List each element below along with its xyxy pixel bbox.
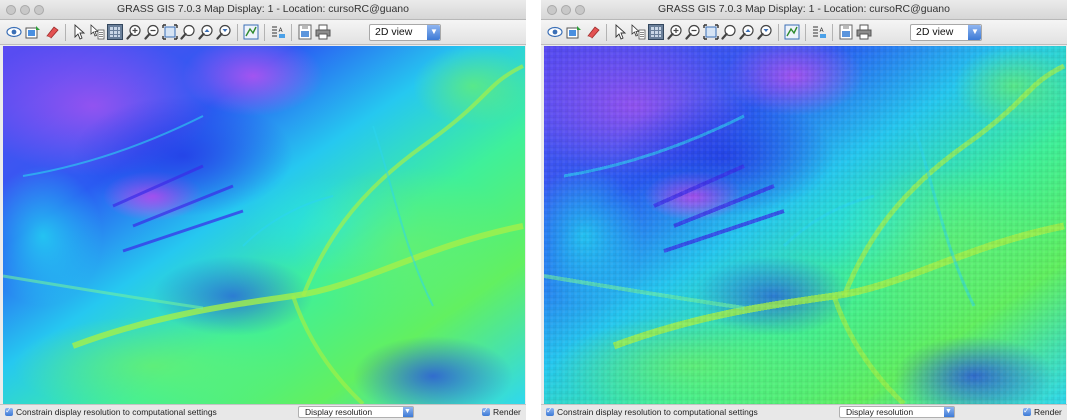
resolution-dropdown-button[interactable]: ▼ bbox=[403, 407, 413, 417]
save-image-icon[interactable] bbox=[838, 24, 854, 40]
toolbar-separator bbox=[832, 24, 833, 41]
view-mode-dropdown-button[interactable]: ▼ bbox=[968, 25, 981, 40]
view-mode-value: 2D view bbox=[375, 26, 413, 38]
status-bar: ✓ Constrain display resolution to comput… bbox=[0, 404, 526, 420]
svg-text:A: A bbox=[820, 27, 825, 34]
window-title: GRASS GIS 7.0.3 Map Display: 1 - Locatio… bbox=[658, 3, 950, 15]
zoom-extent-icon[interactable] bbox=[162, 24, 178, 40]
save-image-icon[interactable] bbox=[297, 24, 313, 40]
map-display-window: GRASS GIS 7.0.3 Map Display: 1 - Locatio… bbox=[0, 0, 526, 420]
chevron-down-icon: ▼ bbox=[404, 408, 411, 415]
erase-display-icon[interactable] bbox=[44, 24, 60, 40]
zoom-region-icon[interactable] bbox=[757, 24, 773, 40]
constrain-resolution-checkbox[interactable]: ✓ bbox=[546, 406, 554, 416]
view-mode-dropdown-button[interactable]: ▼ bbox=[427, 25, 440, 40]
render-label: Render bbox=[1034, 407, 1062, 417]
status-bar: ✓ Constrain display resolution to comput… bbox=[541, 404, 1067, 420]
resolution-select[interactable]: Display resolution ▼ bbox=[298, 406, 414, 418]
toolbar-separator bbox=[291, 24, 292, 41]
zoom-menu-icon[interactable] bbox=[739, 24, 755, 40]
analyze-icon[interactable] bbox=[784, 24, 800, 40]
print-icon[interactable] bbox=[315, 24, 331, 40]
zoom-back-icon[interactable] bbox=[180, 24, 196, 40]
zoom-out-icon[interactable] bbox=[144, 24, 160, 40]
decoration-icon[interactable]: A bbox=[811, 24, 827, 40]
map-canvas[interactable] bbox=[3, 46, 525, 404]
toolbar-separator bbox=[606, 24, 607, 41]
zoom-back-icon[interactable] bbox=[721, 24, 737, 40]
render-checkbox[interactable]: ✓ bbox=[482, 406, 490, 416]
constrain-resolution-checkbox[interactable]: ✓ bbox=[5, 406, 13, 416]
render-map-icon[interactable] bbox=[25, 24, 41, 40]
zoom-menu-icon[interactable] bbox=[198, 24, 214, 40]
query-icon[interactable] bbox=[89, 24, 105, 40]
map-canvas[interactable] bbox=[544, 46, 1066, 404]
resolution-select[interactable]: Display resolution ▼ bbox=[839, 406, 955, 418]
zoom-in-icon[interactable] bbox=[667, 24, 683, 40]
resolution-select-value: Display resolution bbox=[305, 407, 373, 417]
pointer-icon[interactable] bbox=[71, 24, 87, 40]
zoom-out-icon[interactable] bbox=[685, 24, 701, 40]
check-icon: ✓ bbox=[5, 406, 12, 415]
resolution-select-value: Display resolution bbox=[846, 407, 914, 417]
map-toolbar: A 2D view ▼ bbox=[541, 20, 1067, 45]
erase-display-icon[interactable] bbox=[585, 24, 601, 40]
display-map-icon[interactable] bbox=[547, 24, 563, 40]
toolbar-separator bbox=[264, 24, 265, 41]
chevron-down-icon: ▼ bbox=[945, 408, 952, 415]
elevation-raster-map bbox=[544, 46, 1066, 404]
constrain-resolution-label: Constrain display resolution to computat… bbox=[16, 407, 217, 417]
chevron-down-icon: ▼ bbox=[971, 27, 979, 36]
svg-text:A: A bbox=[279, 27, 284, 34]
toolbar-separator bbox=[778, 24, 779, 41]
zoom-region-icon[interactable] bbox=[216, 24, 232, 40]
elevation-raster-map bbox=[3, 46, 525, 404]
pointer-icon[interactable] bbox=[612, 24, 628, 40]
render-label: Render bbox=[493, 407, 521, 417]
toolbar-separator bbox=[237, 24, 238, 41]
constrain-resolution-label: Constrain display resolution to computat… bbox=[557, 407, 758, 417]
map-toolbar: A 2D view ▼ bbox=[0, 20, 526, 45]
toolbar-separator bbox=[65, 24, 66, 41]
chevron-down-icon: ▼ bbox=[430, 27, 438, 36]
title-bar[interactable]: GRASS GIS 7.0.3 Map Display: 1 - Locatio… bbox=[0, 0, 526, 20]
analyze-icon[interactable] bbox=[243, 24, 259, 40]
print-icon[interactable] bbox=[856, 24, 872, 40]
view-mode-select[interactable]: 2D view ▼ bbox=[910, 24, 982, 41]
check-icon: ✓ bbox=[546, 406, 553, 415]
view-mode-select[interactable]: 2D view ▼ bbox=[369, 24, 441, 41]
zoom-extent-icon[interactable] bbox=[703, 24, 719, 40]
check-icon: ✓ bbox=[482, 406, 489, 415]
title-bar[interactable]: GRASS GIS 7.0.3 Map Display: 1 - Locatio… bbox=[541, 0, 1067, 20]
map-display-window: GRASS GIS 7.0.3 Map Display: 1 - Locatio… bbox=[541, 0, 1067, 420]
query-icon[interactable] bbox=[630, 24, 646, 40]
zoom-in-icon[interactable] bbox=[126, 24, 142, 40]
render-map-icon[interactable] bbox=[566, 24, 582, 40]
pan-icon[interactable] bbox=[107, 24, 123, 40]
display-map-icon[interactable] bbox=[6, 24, 22, 40]
decoration-icon[interactable]: A bbox=[270, 24, 286, 40]
check-icon: ✓ bbox=[1023, 406, 1030, 415]
toolbar-separator bbox=[805, 24, 806, 41]
pan-icon[interactable] bbox=[648, 24, 664, 40]
render-checkbox[interactable]: ✓ bbox=[1023, 406, 1031, 416]
window-title: GRASS GIS 7.0.3 Map Display: 1 - Locatio… bbox=[117, 3, 409, 15]
resolution-dropdown-button[interactable]: ▼ bbox=[944, 407, 954, 417]
view-mode-value: 2D view bbox=[916, 26, 954, 38]
